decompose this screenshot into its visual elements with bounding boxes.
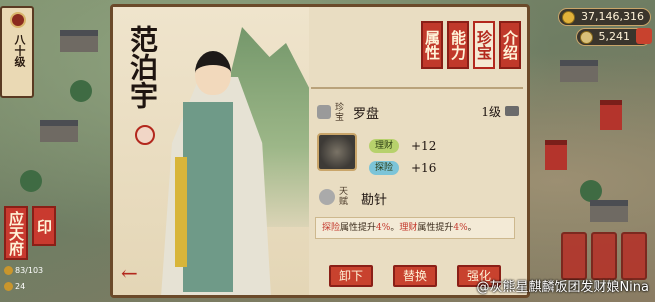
attr-row-explore: 探险 +16 (369, 161, 509, 177)
tab-bar: 属性 能力 珍宝 介绍 (421, 21, 521, 69)
character-name: 范泊宇 (126, 25, 159, 109)
figure-head (195, 51, 231, 95)
coins-stat: 24 (4, 282, 25, 291)
treasure-slot-label: 珍宝 (335, 103, 345, 123)
attr-row-finance: 理财 +12 (369, 139, 509, 155)
tab-intro[interactable]: 介绍 (499, 21, 521, 69)
treasure-slot-icon (317, 105, 331, 119)
figure-robe (183, 102, 233, 292)
gold-ingot-icon (579, 31, 593, 44)
rank-scroll[interactable]: 八十级 (0, 6, 34, 98)
sword-icon (10, 12, 26, 28)
coin-icon (4, 282, 13, 291)
character-portrait: 范泊宇 ← (113, 7, 309, 295)
add-gold-button[interactable] (636, 28, 652, 44)
character-card: 范泊宇 ← 属性 能力 珍宝 介绍 珍宝 罗盘 1级 理财 +12 探险 +16 (110, 4, 530, 298)
talent-slot-label: 天赋 (339, 187, 349, 207)
info-panel: 属性 能力 珍宝 介绍 珍宝 罗盘 1级 理财 +12 探险 +16 天赋 勘针 (311, 11, 523, 293)
explore-pill: 探险 (369, 161, 399, 175)
side-card[interactable] (621, 232, 647, 280)
talent-name: 勘针 (361, 193, 388, 208)
unequip-button[interactable]: 卸下 (329, 265, 373, 287)
troops-stat: 83/103 (4, 266, 43, 275)
replace-button[interactable]: 替换 (393, 265, 437, 287)
treasure-row: 珍宝 罗盘 1级 (311, 103, 523, 123)
rank-label: 八十级 (13, 34, 26, 67)
city-panel[interactable]: 应天府 印 83/103 24 (0, 200, 80, 300)
seal-banner: 印 (32, 206, 56, 246)
watermark: @灰熊星麒麟饭团发财娘Nina (476, 280, 649, 295)
seal-icon (135, 125, 155, 145)
side-card[interactable] (561, 232, 587, 280)
tab-abilities[interactable]: 能力 (447, 21, 469, 69)
talent-row: 天赋 勘针 (311, 187, 523, 211)
treasure-level: 1级 (481, 105, 501, 119)
side-cards (561, 232, 647, 280)
upgrade-icon[interactable] (505, 106, 519, 116)
troops-icon (4, 266, 13, 275)
prev-arrow-icon[interactable]: ← (121, 261, 138, 285)
compass-item-icon[interactable] (317, 133, 357, 171)
explore-value: +16 (411, 161, 437, 175)
gold-counter[interactable]: 5,241 (575, 28, 652, 46)
city-name-banner: 应天府 (4, 206, 28, 260)
divider (311, 87, 523, 89)
side-card[interactable] (591, 232, 617, 280)
silver-counter[interactable]: 37,146,316 (558, 8, 651, 26)
finance-pill: 理财 (369, 139, 399, 153)
finance-value: +12 (411, 139, 437, 153)
tab-treasure[interactable]: 珍宝 (473, 21, 495, 69)
treasure-name: 罗盘 (353, 107, 380, 122)
talent-description: 探险属性提升4%。理财属性提升4%。 (315, 217, 515, 239)
talent-icon (319, 189, 335, 205)
figure-sash (175, 157, 187, 267)
tab-attributes[interactable]: 属性 (421, 21, 443, 69)
silver-coin-icon (562, 11, 576, 24)
